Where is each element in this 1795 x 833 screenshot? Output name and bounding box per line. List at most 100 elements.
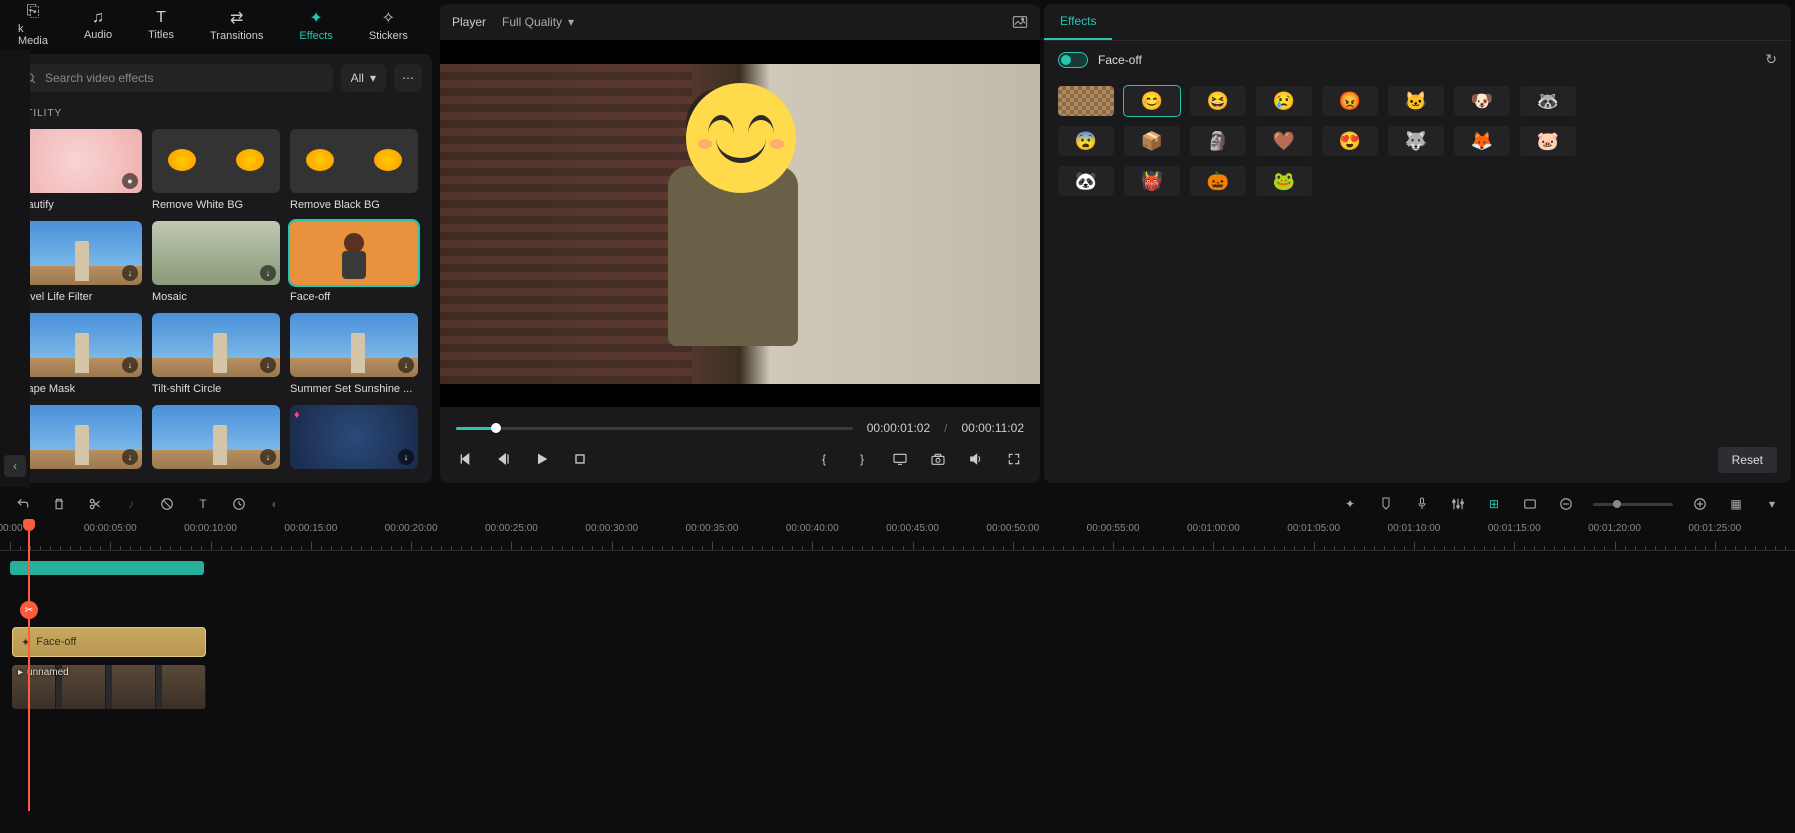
prev-frame-button[interactable] (456, 449, 476, 469)
effect-vortex[interactable]: ♦↓Geometric Vortex Ove... (290, 405, 418, 473)
ruler-label: 00:01:15:00 (1488, 523, 1541, 534)
tl-render[interactable] (1521, 495, 1539, 513)
audio-tool: ♪ (122, 495, 140, 513)
status-badge: ● (122, 173, 138, 189)
play-button[interactable] (532, 449, 552, 469)
effect-clip[interactable]: ✦ Face-off (12, 627, 206, 657)
more-button[interactable]: ⋯ (394, 64, 422, 92)
nav-tab-media[interactable]: ⎘k Media (0, 4, 66, 46)
download-badge: ↓ (260, 357, 276, 373)
progress-bar[interactable] (456, 427, 853, 430)
effect-mosaic[interactable]: ↓Mosaic (152, 221, 280, 303)
nav-tab-transitions[interactable]: ⇄Transitions (192, 4, 281, 46)
effect-ss3[interactable]: ↓Summer Set Sunshine ... (152, 405, 280, 473)
snapshot-button[interactable] (1012, 15, 1028, 29)
emoji-box2[interactable]: 🗿 (1190, 126, 1246, 156)
fullscreen-button[interactable] (1004, 449, 1024, 469)
emoji-raccoon[interactable]: 🦝 (1520, 86, 1576, 116)
emoji-frog[interactable]: 🐸 (1256, 166, 1312, 196)
emoji-shock[interactable]: 😨 (1058, 126, 1114, 156)
filter-dropdown[interactable]: All ▾ (341, 64, 386, 92)
tl-layout-menu[interactable]: ▾ (1763, 495, 1781, 513)
volume-button[interactable] (966, 449, 986, 469)
zoom-in-button[interactable] (1691, 495, 1709, 513)
camera-button[interactable] (928, 449, 948, 469)
effects-browser: Search video effects All ▾ ⋯ UTILITY ●Be… (4, 54, 432, 483)
playhead-cut-icon[interactable]: ✂ (20, 601, 38, 619)
emoji-box1[interactable]: 📦 (1124, 126, 1180, 156)
emoji-grid: 😊 😆 😢 😡 🐱 🐶 🦝 😨 📦 🗿 🤎 😍 🐺 🦊 🐷 🐼 👹 🎃 🐸 (1044, 78, 1791, 204)
section-title: UTILITY (18, 108, 422, 119)
tl-robot[interactable]: ⊞ (1485, 495, 1503, 513)
download-badge: ↓ (122, 357, 138, 373)
audio-clip[interactable] (10, 561, 204, 575)
effect-ss2[interactable]: ↓Summer Set Sunshine ... (14, 405, 142, 473)
video-viewport[interactable] (440, 40, 1040, 407)
emoji-cat[interactable]: 🐱 (1388, 86, 1444, 116)
nav-tab-titles[interactable]: TTitles (130, 4, 192, 46)
thumbnail: ↓ (14, 313, 142, 377)
emoji-panda[interactable]: 🐼 (1058, 166, 1114, 196)
tab-effects[interactable]: Effects (1044, 4, 1112, 40)
emoji-love[interactable]: 😍 (1322, 126, 1378, 156)
effect-travel-life[interactable]: ♦↓Travel Life Filter (14, 221, 142, 303)
effect-shape-mask[interactable]: ↓Shape Mask (14, 313, 142, 395)
playhead[interactable] (28, 521, 30, 811)
stop-button[interactable] (570, 449, 590, 469)
nav-tab-effects[interactable]: ✦Effects (281, 4, 350, 46)
thumbnail (152, 129, 280, 193)
collapse-button[interactable]: ‹ (4, 455, 26, 477)
emoji-laugh[interactable]: 😆 (1190, 86, 1246, 116)
chevron-left-icon: ‹ (13, 459, 17, 473)
faceoff-toggle[interactable] (1058, 52, 1088, 68)
total-time: 00:00:11:02 (961, 421, 1024, 435)
emoji-smile[interactable]: 😊 (1124, 86, 1180, 116)
zoom-out-button[interactable] (1557, 495, 1575, 513)
tl-icon-1[interactable]: ✦ (1341, 495, 1359, 513)
delete-button[interactable] (50, 495, 68, 513)
step-back-button[interactable] (494, 449, 514, 469)
player-tab[interactable]: Player (452, 15, 486, 29)
tl-marker[interactable] (1377, 495, 1395, 513)
emoji-angry[interactable]: 😡 (1322, 86, 1378, 116)
mark-in-button[interactable]: { (814, 449, 834, 469)
effect-remove-black[interactable]: Remove Black BG (290, 129, 418, 211)
emoji-skull[interactable]: 👹 (1124, 166, 1180, 196)
emoji-mosaic[interactable] (1058, 86, 1114, 116)
tl-layout[interactable]: ▦ (1727, 495, 1745, 513)
stickers-icon: ✧ (382, 8, 395, 28)
nav-tab-audio[interactable]: ♫Audio (66, 4, 130, 46)
effect-ss1[interactable]: ↓Summer Set Sunshine ... (290, 313, 418, 395)
reset-button[interactable]: Reset (1718, 447, 1777, 473)
tl-mixer[interactable] (1449, 495, 1467, 513)
ruler-label: 00:00:30:00 (585, 523, 638, 534)
effect-faceoff[interactable]: Face-off (290, 221, 418, 303)
emoji-shiba[interactable]: 🦊 (1454, 126, 1510, 156)
effect-tilt-shift[interactable]: ↓Tilt-shift Circle (152, 313, 280, 395)
effect-remove-white[interactable]: Remove White BG (152, 129, 280, 211)
premium-badge: ♦ (294, 409, 300, 421)
effect-beautify[interactable]: ●Beautify (14, 129, 142, 211)
emoji-husky[interactable]: 🐺 (1388, 126, 1444, 156)
quality-dropdown[interactable]: Full Quality ▾ (502, 15, 574, 29)
emoji-pumpkin[interactable]: 🎃 (1190, 166, 1246, 196)
undo-button[interactable] (14, 495, 32, 513)
effects-grid: ●BeautifyRemove White BGRemove Black BG ♦… (14, 129, 422, 473)
tl-mic[interactable] (1413, 495, 1431, 513)
text-tool[interactable]: T (194, 495, 212, 513)
split-button[interactable] (86, 495, 104, 513)
emoji-dog-white[interactable]: 🐶 (1454, 86, 1510, 116)
video-clip[interactable]: ▸ unnamed (12, 665, 206, 709)
search-input[interactable]: Search video effects (14, 64, 333, 92)
emoji-cry[interactable]: 😢 (1256, 86, 1312, 116)
mark-out-button[interactable]: } (852, 449, 872, 469)
speed-button[interactable] (230, 495, 248, 513)
emoji-box3[interactable]: 🤎 (1256, 126, 1312, 156)
nav-tab-stickers[interactable]: ✧Stickers (351, 4, 426, 46)
reset-icon[interactable]: ↻ (1765, 51, 1777, 68)
dots-icon: ⋯ (402, 71, 414, 85)
display-button[interactable] (890, 449, 910, 469)
zoom-slider[interactable] (1593, 503, 1673, 506)
emoji-pig[interactable]: 🐷 (1520, 126, 1576, 156)
crop-button[interactable] (158, 495, 176, 513)
